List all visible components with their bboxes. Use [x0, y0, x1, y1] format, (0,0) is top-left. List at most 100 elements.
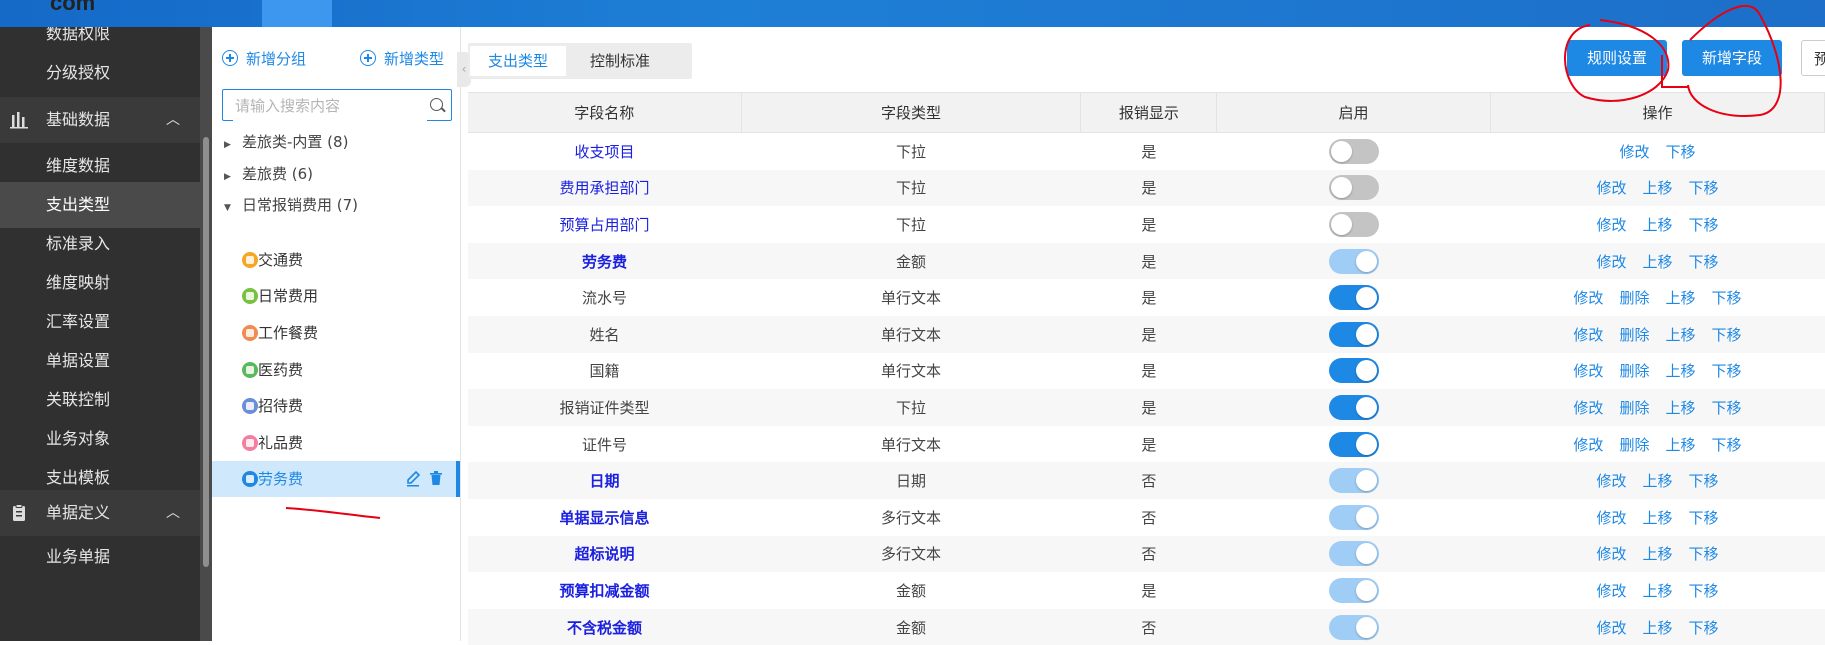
more-button[interactable]: 预: [1801, 40, 1825, 76]
row-action-link[interactable]: 上移: [1642, 216, 1672, 234]
tab-expense-type[interactable]: 支出类型: [470, 46, 567, 76]
row-action-link[interactable]: 修改: [1596, 216, 1626, 234]
enable-toggle[interactable]: [1328, 321, 1379, 347]
row-action-link[interactable]: 修改: [1619, 143, 1649, 161]
row-action-link[interactable]: 上移: [1665, 399, 1695, 417]
enable-toggle[interactable]: [1328, 358, 1379, 384]
row-action-link[interactable]: 下移: [1711, 289, 1741, 307]
cell-actions: 修改 上移 下移: [1490, 499, 1824, 536]
row-action-link[interactable]: 下移: [1688, 545, 1718, 563]
enable-toggle[interactable]: [1328, 468, 1379, 494]
row-action-link[interactable]: 删除: [1619, 326, 1649, 344]
row-action-link[interactable]: 修改: [1573, 362, 1603, 380]
sidebar-scrollbar[interactable]: [200, 27, 212, 641]
rule-settings-button[interactable]: 规则设置: [1567, 40, 1668, 76]
row-action-link[interactable]: 下移: [1688, 179, 1718, 197]
row-action-link[interactable]: 修改: [1573, 289, 1603, 307]
row-action-link[interactable]: 修改: [1596, 179, 1626, 197]
sidebar-group-document-definition[interactable]: 单据定义 ︿: [0, 490, 200, 536]
row-action-link[interactable]: 修改: [1573, 326, 1603, 344]
caret-right-icon[interactable]: ▶: [224, 132, 236, 158]
caret-down-icon[interactable]: ▼: [224, 195, 236, 221]
sidebar-group-basic-data[interactable]: 基础数据 ︿: [0, 97, 200, 143]
toggle-knob: [1355, 543, 1377, 565]
row-action-link[interactable]: 下移: [1688, 216, 1718, 234]
enable-toggle[interactable]: [1328, 248, 1379, 274]
row-action-link[interactable]: 下移: [1688, 472, 1718, 490]
add-type-button[interactable]: 新增类型: [360, 48, 444, 70]
row-action-link[interactable]: 下移: [1711, 399, 1741, 417]
cell-enabled: [1216, 169, 1491, 207]
tree-leaf-item[interactable]: 工作餐费: [212, 315, 460, 351]
row-action-link[interactable]: 上移: [1665, 326, 1695, 344]
row-action-link[interactable]: 上移: [1642, 582, 1672, 600]
enable-toggle[interactable]: [1328, 285, 1379, 311]
tree-leaf-item[interactable]: 礼品费: [212, 425, 460, 461]
search-input[interactable]: [233, 91, 427, 121]
caret-right-icon[interactable]: ▶: [224, 164, 236, 190]
tab-control-standard[interactable]: 控制标准: [572, 46, 668, 76]
enable-toggle[interactable]: [1328, 431, 1379, 457]
plus-circle-icon: [360, 50, 376, 66]
enable-toggle[interactable]: [1328, 211, 1379, 237]
tree-leaf-item[interactable]: 医药费: [212, 352, 460, 388]
row-action-link[interactable]: 下移: [1711, 362, 1741, 380]
add-field-button[interactable]: 新增字段: [1682, 40, 1783, 76]
row-action-link[interactable]: 下移: [1688, 509, 1718, 527]
row-action-link[interactable]: 修改: [1596, 509, 1626, 527]
tree-leaf-item[interactable]: 招待费: [212, 388, 460, 424]
enable-toggle[interactable]: [1328, 577, 1379, 603]
row-action-link[interactable]: 删除: [1619, 362, 1649, 380]
cell-actions: 修改 上移 下移: [1490, 206, 1824, 243]
row-action-link[interactable]: 下移: [1688, 582, 1718, 600]
chevron-up-icon: ︿: [166, 505, 180, 521]
search-icon[interactable]: [430, 98, 443, 111]
tree-leaf-item[interactable]: 日常费用: [212, 278, 460, 314]
enable-toggle[interactable]: [1328, 175, 1379, 201]
row-action-link[interactable]: 修改: [1573, 399, 1603, 417]
add-group-button[interactable]: 新增分组: [222, 48, 306, 70]
bar-chart-icon: [10, 112, 28, 129]
row-action-link[interactable]: 上移: [1642, 179, 1672, 197]
sidebar-item-level-auth[interactable]: 分级授权: [0, 50, 200, 96]
row-action-link[interactable]: 修改: [1596, 582, 1626, 600]
row-action-link[interactable]: 上移: [1665, 289, 1695, 307]
row-action-link[interactable]: 上移: [1642, 545, 1672, 563]
sidebar-item-business-document[interactable]: 业务单据: [0, 534, 200, 580]
tree-leaf-item[interactable]: 交通费: [212, 242, 460, 278]
enable-toggle[interactable]: [1328, 614, 1379, 640]
row-action-link[interactable]: 删除: [1619, 399, 1649, 417]
row-action-link[interactable]: 上移: [1665, 436, 1695, 454]
row-action-link[interactable]: 上移: [1642, 472, 1672, 490]
scrollbar-thumb[interactable]: [203, 137, 209, 567]
row-action-link[interactable]: 删除: [1619, 436, 1649, 454]
row-action-link[interactable]: 上移: [1642, 619, 1672, 637]
enable-toggle[interactable]: [1328, 541, 1379, 567]
row-action-link[interactable]: 修改: [1596, 619, 1626, 637]
tree-leaf-item[interactable]: 劳务费: [212, 461, 460, 497]
row-action-link[interactable]: 下移: [1688, 619, 1718, 637]
row-action-link[interactable]: 下移: [1711, 326, 1741, 344]
tree-node[interactable]: ▶ 差旅类-内置 (8): [224, 129, 348, 155]
brand-logo[interactable]: com: [50, 0, 190, 10]
enable-toggle[interactable]: [1328, 394, 1379, 420]
row-action-link[interactable]: 下移: [1711, 436, 1741, 454]
row-action-link[interactable]: 修改: [1596, 545, 1626, 563]
tree-node-expanded[interactable]: ▼ 日常报销费用 (7): [224, 192, 358, 218]
row-action-link[interactable]: 修改: [1573, 436, 1603, 454]
enable-toggle[interactable]: [1328, 504, 1379, 530]
enable-toggle[interactable]: [1328, 138, 1379, 164]
row-action-link[interactable]: 上移: [1642, 253, 1672, 271]
row-action-link[interactable]: 上移: [1642, 509, 1672, 527]
row-action-link[interactable]: 下移: [1688, 253, 1718, 271]
row-action-link[interactable]: 修改: [1596, 472, 1626, 490]
row-action-link[interactable]: 上移: [1665, 362, 1695, 380]
trash-icon[interactable]: [430, 469, 442, 487]
row-action-link[interactable]: 下移: [1665, 143, 1695, 161]
top-nav-active-tab[interactable]: [262, 0, 332, 27]
row-action-link[interactable]: 修改: [1596, 253, 1626, 271]
edit-icon[interactable]: [406, 469, 420, 487]
cell-field-name: 证件号: [582, 435, 628, 454]
row-action-link[interactable]: 删除: [1619, 289, 1649, 307]
tree-node[interactable]: ▶ 差旅费 (6): [224, 161, 313, 187]
